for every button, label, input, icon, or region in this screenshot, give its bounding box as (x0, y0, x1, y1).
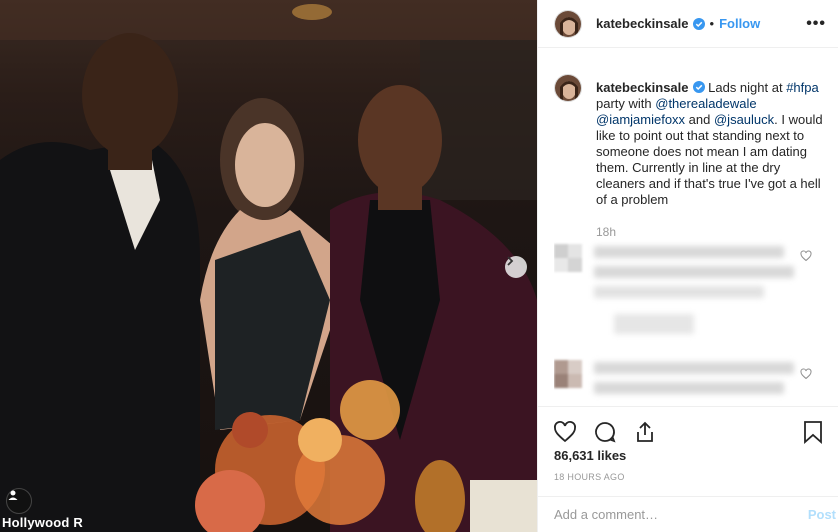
caption-avatar[interactable] (554, 74, 582, 102)
caption-text-2: party with (596, 96, 656, 111)
share-icon (637, 421, 653, 442)
blurred-text (594, 382, 784, 394)
mention-link-2[interactable]: @iamjamiefoxx (596, 112, 685, 127)
avatar-image (555, 10, 581, 37)
post-header: katebeckinsale • Follow ••• (538, 0, 838, 48)
blurred-text (594, 246, 784, 258)
post-photo[interactable]: Hollywood R (0, 0, 537, 532)
comment-input[interactable] (554, 507, 808, 522)
blurred-text (594, 266, 794, 278)
caption-text-1: Lads night at (704, 80, 787, 95)
separator-dot: • (709, 16, 715, 31)
hashtag-link[interactable]: #hfpa (786, 80, 819, 95)
blurred-avatar (554, 244, 582, 272)
post-comment-button[interactable]: Post (808, 507, 836, 522)
mention-link-1[interactable]: @therealadewale (655, 96, 756, 111)
likes-count[interactable]: 86,631 likes (554, 448, 626, 463)
comment-like-heart-icon[interactable] (800, 250, 812, 262)
bookmark-icon (804, 420, 822, 444)
photo-illustration (0, 0, 537, 532)
blurred-avatar (554, 360, 582, 388)
author-avatar[interactable] (554, 9, 582, 38)
blurred-comment (554, 358, 824, 405)
comments-section: katebeckinsale Lads night at #hfpa party… (554, 60, 826, 405)
credit-avatar (6, 488, 32, 514)
like-button[interactable] (552, 419, 578, 445)
comment-icon (595, 421, 616, 443)
author-username[interactable]: katebeckinsale (596, 16, 689, 31)
pixelated-avatar (554, 360, 582, 388)
verified-badge-icon (692, 17, 705, 30)
verified-badge-icon (692, 81, 705, 93)
next-image-button[interactable] (505, 256, 527, 278)
avatar-image (555, 75, 581, 101)
share-button[interactable] (632, 419, 658, 445)
person-icon (8, 490, 18, 500)
mention-link-3[interactable]: @jsauluck (714, 112, 774, 127)
blurred-text (594, 286, 764, 298)
caption-text-3: and (685, 112, 714, 127)
blurred-comment (554, 238, 824, 358)
comment-button[interactable] (592, 419, 618, 445)
post-timestamp[interactable]: 18 HOURS AGO (554, 472, 625, 482)
chevron-right-icon (507, 256, 514, 266)
pixelated-avatar (554, 244, 582, 272)
save-button[interactable] (800, 419, 826, 445)
heart-icon (554, 420, 576, 442)
blurred-text (594, 362, 794, 374)
more-options-icon[interactable]: ••• (806, 15, 826, 33)
post-panel: katebeckinsale • Follow ••• katebeckinsa… (537, 0, 838, 532)
photo-credit: Hollywood R (2, 515, 83, 530)
follow-button[interactable]: Follow (719, 16, 760, 31)
caption-text: katebeckinsale Lads night at #hfpa party… (596, 80, 826, 240)
caption-username[interactable]: katebeckinsale (596, 80, 689, 95)
add-comment-bar: Post (538, 496, 838, 532)
caption: katebeckinsale Lads night at #hfpa party… (554, 60, 826, 240)
blurred-text (614, 314, 694, 334)
comment-like-heart-icon[interactable] (800, 368, 812, 380)
